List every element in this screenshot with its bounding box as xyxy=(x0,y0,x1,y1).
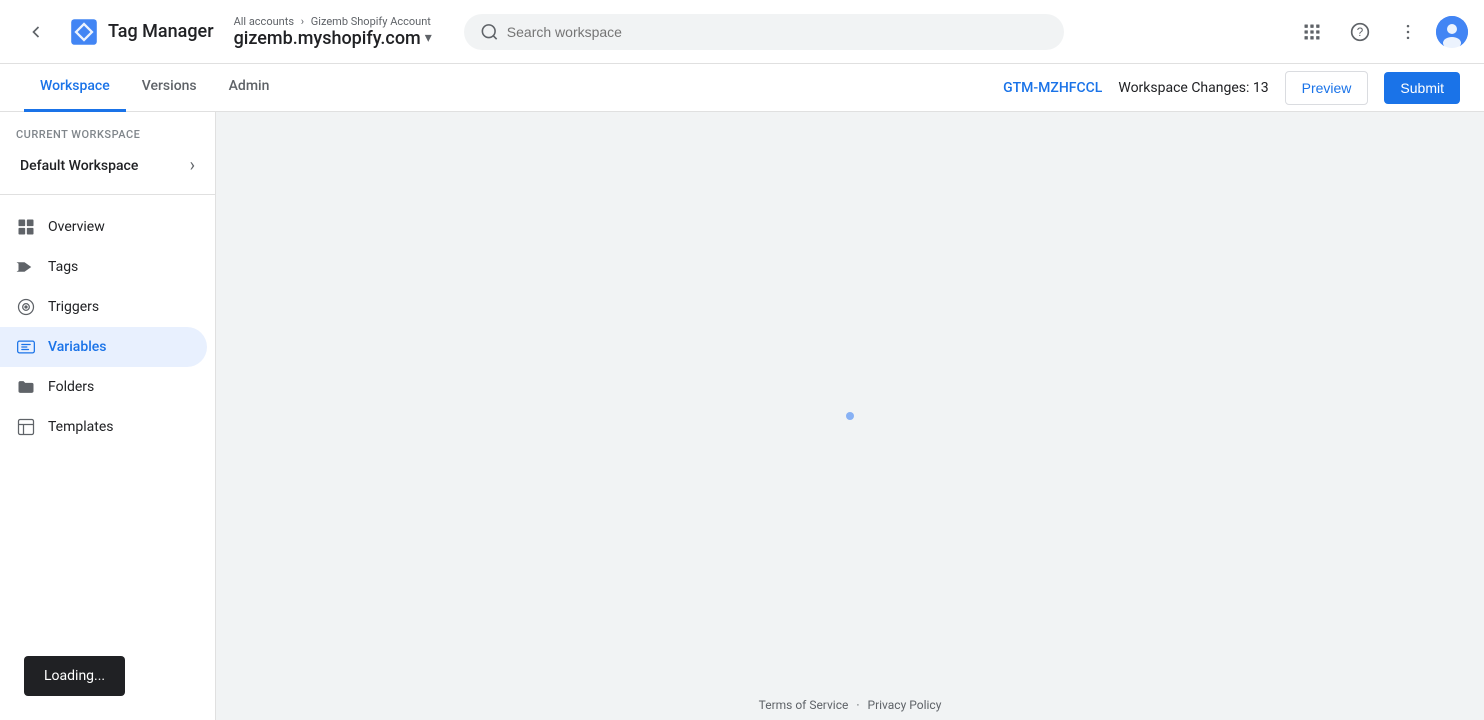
sidebar-item-overview[interactable]: Overview xyxy=(0,207,207,247)
overview-icon xyxy=(16,217,36,237)
main-layout: CURRENT WORKSPACE Default Workspace › Ov… xyxy=(0,112,1484,720)
sidebar-item-tags[interactable]: Tags xyxy=(0,247,207,287)
breadcrumb-sep: › xyxy=(301,15,304,28)
all-accounts-link[interactable]: All accounts xyxy=(234,15,294,28)
sidebar-divider xyxy=(0,194,215,195)
variables-icon xyxy=(16,337,36,357)
loading-area xyxy=(846,412,854,420)
top-header: Tag Manager All accounts › Gizemb Shopif… xyxy=(0,0,1484,64)
tab-versions[interactable]: Versions xyxy=(126,64,213,112)
privacy-policy-link[interactable]: Privacy Policy xyxy=(868,698,942,712)
account-url: gizemb.myshopify.com xyxy=(234,28,421,49)
sidebar-item-folders[interactable]: Folders xyxy=(0,367,207,407)
triggers-icon xyxy=(16,297,36,317)
terms-of-service-link[interactable]: Terms of Service xyxy=(759,698,849,712)
sidebar-nav: Overview Tags xyxy=(0,203,215,451)
workspace-chevron-icon: › xyxy=(190,155,195,176)
sub-nav-tabs: Workspace Versions Admin xyxy=(24,64,285,112)
search-bar[interactable] xyxy=(464,14,1064,50)
workspace-selector[interactable]: Default Workspace › xyxy=(4,145,211,186)
tag-manager-logo xyxy=(68,16,100,48)
preview-button[interactable]: Preview xyxy=(1285,71,1369,105)
sidebar-item-folders-label: Folders xyxy=(48,379,94,395)
search-input[interactable] xyxy=(507,24,1048,40)
sub-nav: Workspace Versions Admin GTM-MZHFCCL Wor… xyxy=(0,64,1484,112)
breadcrumb-top: All accounts › Gizemb Shopify Account xyxy=(234,15,432,28)
help-button[interactable]: ? xyxy=(1340,12,1380,52)
tab-workspace[interactable]: Workspace xyxy=(24,64,126,112)
workspace-changes: Workspace Changes: 13 xyxy=(1118,80,1268,96)
sub-nav-right: GTM-MZHFCCL Workspace Changes: 13 Previe… xyxy=(1003,71,1460,105)
account-selector[interactable]: gizemb.myshopify.com ▾ xyxy=(234,28,432,49)
workspace-name: Default Workspace xyxy=(20,158,190,174)
content-area: Terms of Service · Privacy Policy xyxy=(216,112,1484,720)
sidebar-item-templates-label: Templates xyxy=(48,419,114,435)
loading-toast: Loading... xyxy=(24,656,125,696)
sidebar-item-triggers-label: Triggers xyxy=(48,299,99,315)
sidebar-item-templates[interactable]: Templates xyxy=(0,407,207,447)
app-title: Tag Manager xyxy=(108,21,214,42)
avatar[interactable] xyxy=(1436,16,1468,48)
logo-area: Tag Manager xyxy=(68,16,214,48)
folders-icon xyxy=(16,377,36,397)
back-button[interactable] xyxy=(16,12,56,52)
sidebar-item-overview-label: Overview xyxy=(48,219,105,235)
submit-button[interactable]: Submit xyxy=(1384,72,1460,104)
templates-icon xyxy=(16,417,36,437)
help-icon: ? xyxy=(1350,22,1370,42)
more-vert-icon xyxy=(1398,22,1418,42)
dropdown-arrow-icon: ▾ xyxy=(425,30,432,46)
apps-icon xyxy=(1302,22,1322,42)
tags-icon xyxy=(16,257,36,277)
sidebar-item-variables-label: Variables xyxy=(48,339,106,355)
svg-text:?: ? xyxy=(1357,26,1364,39)
current-workspace-label: CURRENT WORKSPACE xyxy=(0,120,215,145)
sidebar-item-tags-label: Tags xyxy=(48,259,78,275)
more-options-button[interactable] xyxy=(1388,12,1428,52)
sidebar-item-triggers[interactable]: Triggers xyxy=(0,287,207,327)
breadcrumb: All accounts › Gizemb Shopify Account gi… xyxy=(234,15,432,49)
avatar-icon xyxy=(1436,16,1468,48)
sidebar-item-variables[interactable]: Variables xyxy=(0,327,207,367)
gtm-id[interactable]: GTM-MZHFCCL xyxy=(1003,80,1102,96)
spinner-dot xyxy=(846,412,854,420)
header-actions: ? xyxy=(1292,12,1468,52)
tab-admin[interactable]: Admin xyxy=(213,64,286,112)
footer: Terms of Service · Privacy Policy xyxy=(216,690,1484,720)
apps-button[interactable] xyxy=(1292,12,1332,52)
footer-separator: · xyxy=(856,698,859,712)
sidebar: CURRENT WORKSPACE Default Workspace › Ov… xyxy=(0,112,216,720)
account-name: Gizemb Shopify Account xyxy=(311,15,431,28)
loading-label: Loading... xyxy=(44,668,105,684)
search-icon xyxy=(480,22,499,42)
